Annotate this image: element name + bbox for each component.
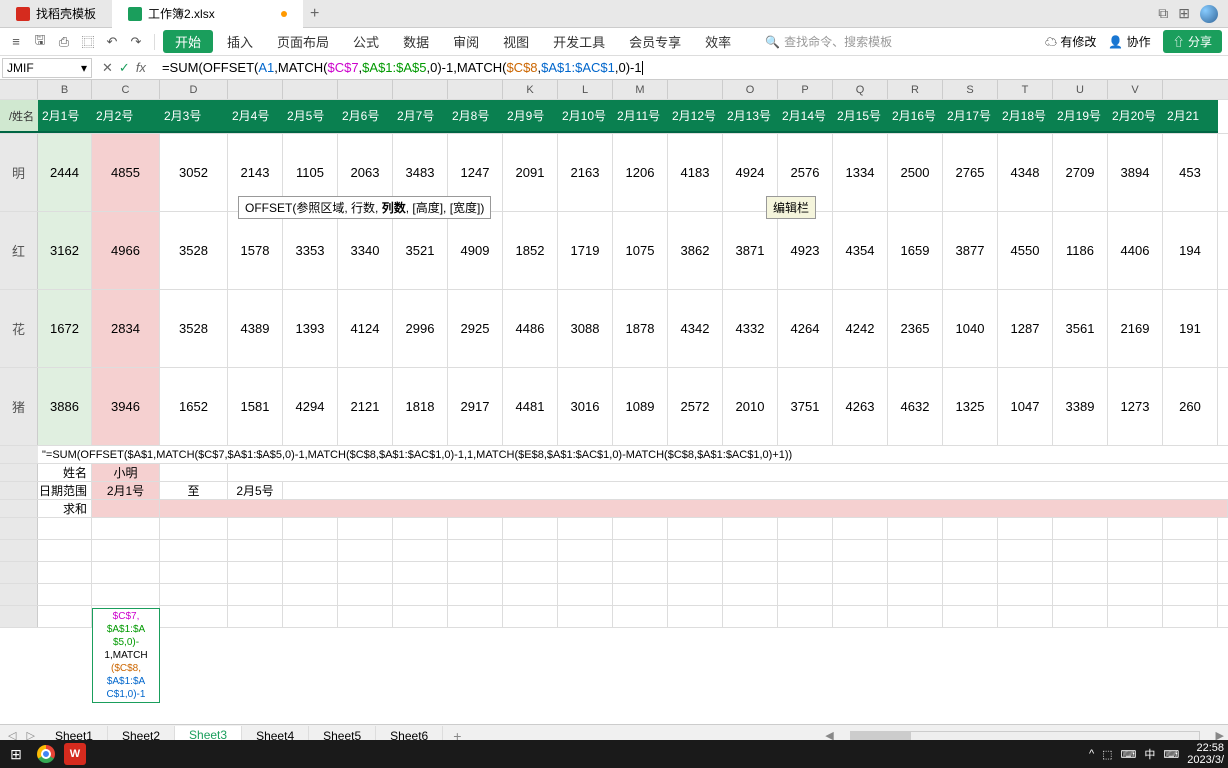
window-layout-icon[interactable]: ⧉ <box>1158 5 1168 22</box>
table-row: 花167228343528438913934124299629254486308… <box>0 290 1228 368</box>
empty-row <box>0 606 1228 628</box>
name-box[interactable]: JMIF▾ <box>2 58 92 78</box>
menu-layout[interactable]: 页面布局 <box>267 32 339 51</box>
table-header-row: /姓名 2月1号 2月2号 2月3号 2月4号 2月5号 2月6号 2月7号 2… <box>0 100 1228 134</box>
table-row: 红316249663528157833533340352149091852171… <box>0 212 1228 290</box>
col-header[interactable]: B <box>38 80 92 99</box>
ime-indicator[interactable]: 中 <box>1144 746 1155 762</box>
tab-template[interactable]: 找稻壳模板 <box>0 0 112 28</box>
modified-dot-icon <box>281 11 287 17</box>
preview-icon[interactable]: ⿴ <box>78 32 98 52</box>
wps-icon[interactable]: W <box>64 743 86 765</box>
fx-icon[interactable]: fx <box>136 60 146 76</box>
ribbon: ≡ 🖫 ⎙ ⿴ ↶ ↷ 开始 插入 页面布局 公式 数据 审阅 视图 开发工具 … <box>0 28 1228 56</box>
table-row: 明244448553052214311052063348312472091216… <box>0 134 1228 212</box>
sheet-icon <box>128 7 142 21</box>
menu-home[interactable]: 开始 <box>163 30 213 53</box>
apps-icon[interactable]: ⊞ <box>1178 5 1190 22</box>
empty-row <box>0 584 1228 606</box>
col-header[interactable]: D <box>160 80 228 99</box>
tray-network-icon[interactable]: ⬚ <box>1102 748 1112 761</box>
active-cell[interactable] <box>92 500 160 517</box>
menu-insert[interactable]: 插入 <box>217 32 263 51</box>
function-hint: OFFSET(参照区域, 行数, 列数, [高度], [宽度]) <box>238 196 491 219</box>
changes-indicator[interactable]: ☁ 有修改 <box>1045 33 1096 50</box>
menu-data[interactable]: 数据 <box>393 32 439 51</box>
param-row-date: 日期范围 2月1号 至 2月5号 <box>0 482 1228 500</box>
accept-formula-button[interactable]: ✓ <box>119 60 130 76</box>
menu-efficiency[interactable]: 效率 <box>695 32 741 51</box>
formula-text-row: "=SUM(OFFSET($A$1,MATCH($C$7,$A$1:$A$5,0… <box>0 446 1228 464</box>
table-row: 猪388639461652158142942121181829174481301… <box>0 368 1228 446</box>
start-button[interactable]: ⊞ <box>4 742 28 766</box>
windows-taskbar: ⊞ W ^ ⬚ ⌨ 中 ⌨ 22:582023/3/ <box>0 740 1228 768</box>
column-headers: B C D K L M O P Q R S T U V <box>0 80 1228 100</box>
tab-label: 工作簿2.xlsx <box>148 5 215 22</box>
horizontal-scrollbar[interactable] <box>850 731 1200 741</box>
empty-row <box>0 540 1228 562</box>
tab-workbook[interactable]: 工作簿2.xlsx <box>112 0 303 28</box>
share-button[interactable]: ⇧ 分享 <box>1163 30 1222 53</box>
save-icon[interactable]: 🖫 <box>30 32 50 52</box>
text-cursor <box>642 61 643 75</box>
globe-icon[interactable] <box>1200 5 1218 23</box>
menu-review[interactable]: 审阅 <box>443 32 489 51</box>
tab-add-button[interactable]: + <box>303 5 327 23</box>
formula-bar: JMIF▾ ✕ ✓ fx =SUM(OFFSET(A1,MATCH($C$7,$… <box>0 56 1228 80</box>
menu-formula[interactable]: 公式 <box>343 32 389 51</box>
empty-row <box>0 518 1228 540</box>
tab-label: 找稻壳模板 <box>36 5 96 22</box>
ime-keyboard-icon[interactable]: ⌨ <box>1163 748 1179 761</box>
menu-view[interactable]: 视图 <box>493 32 539 51</box>
formula-input[interactable]: =SUM(OFFSET(A1,MATCH($C$7,$A$1:$A$5,0)-1… <box>156 60 1228 75</box>
cancel-formula-button[interactable]: ✕ <box>102 60 113 76</box>
collab-button[interactable]: 👤 协作 <box>1108 33 1150 50</box>
clock[interactable]: 22:582023/3/ <box>1187 742 1224 766</box>
undo-icon[interactable]: ↶ <box>102 32 122 52</box>
param-row-name: 姓名 小明 <box>0 464 1228 482</box>
select-all-corner[interactable] <box>0 80 38 99</box>
tray-volume-icon[interactable]: ⌨ <box>1121 748 1137 761</box>
tray-chevron-icon[interactable]: ^ <box>1089 748 1094 760</box>
menu-devtools[interactable]: 开发工具 <box>543 32 615 51</box>
param-row-sum: 求和 <box>0 500 1228 518</box>
col-header[interactable]: C <box>92 80 160 99</box>
docer-icon <box>16 7 30 21</box>
tooltip-editbar: 编辑栏 <box>766 196 816 219</box>
redo-icon[interactable]: ↷ <box>126 32 146 52</box>
spreadsheet-grid[interactable]: OFFSET(参照区域, 行数, 列数, [高度], [宽度]) 编辑栏 B C… <box>0 80 1228 724</box>
print-icon[interactable]: ⎙ <box>54 32 74 52</box>
window-tabbar: 找稻壳模板 工作簿2.xlsx + ⧉ ⊞ <box>0 0 1228 28</box>
search-icon: 🔍 <box>765 35 780 49</box>
menu-icon[interactable]: ≡ <box>6 32 26 52</box>
command-search[interactable]: 🔍 查找命令、搜索模板 <box>765 33 892 50</box>
menu-vip[interactable]: 会员专享 <box>619 32 691 51</box>
chrome-icon[interactable] <box>34 742 58 766</box>
search-placeholder: 查找命令、搜索模板 <box>784 33 892 50</box>
empty-row <box>0 562 1228 584</box>
cell-edit-overlay[interactable]: $C$7, $A$1:$A $5,0)- 1,MATCH ($C$8, $A$1… <box>92 608 160 703</box>
